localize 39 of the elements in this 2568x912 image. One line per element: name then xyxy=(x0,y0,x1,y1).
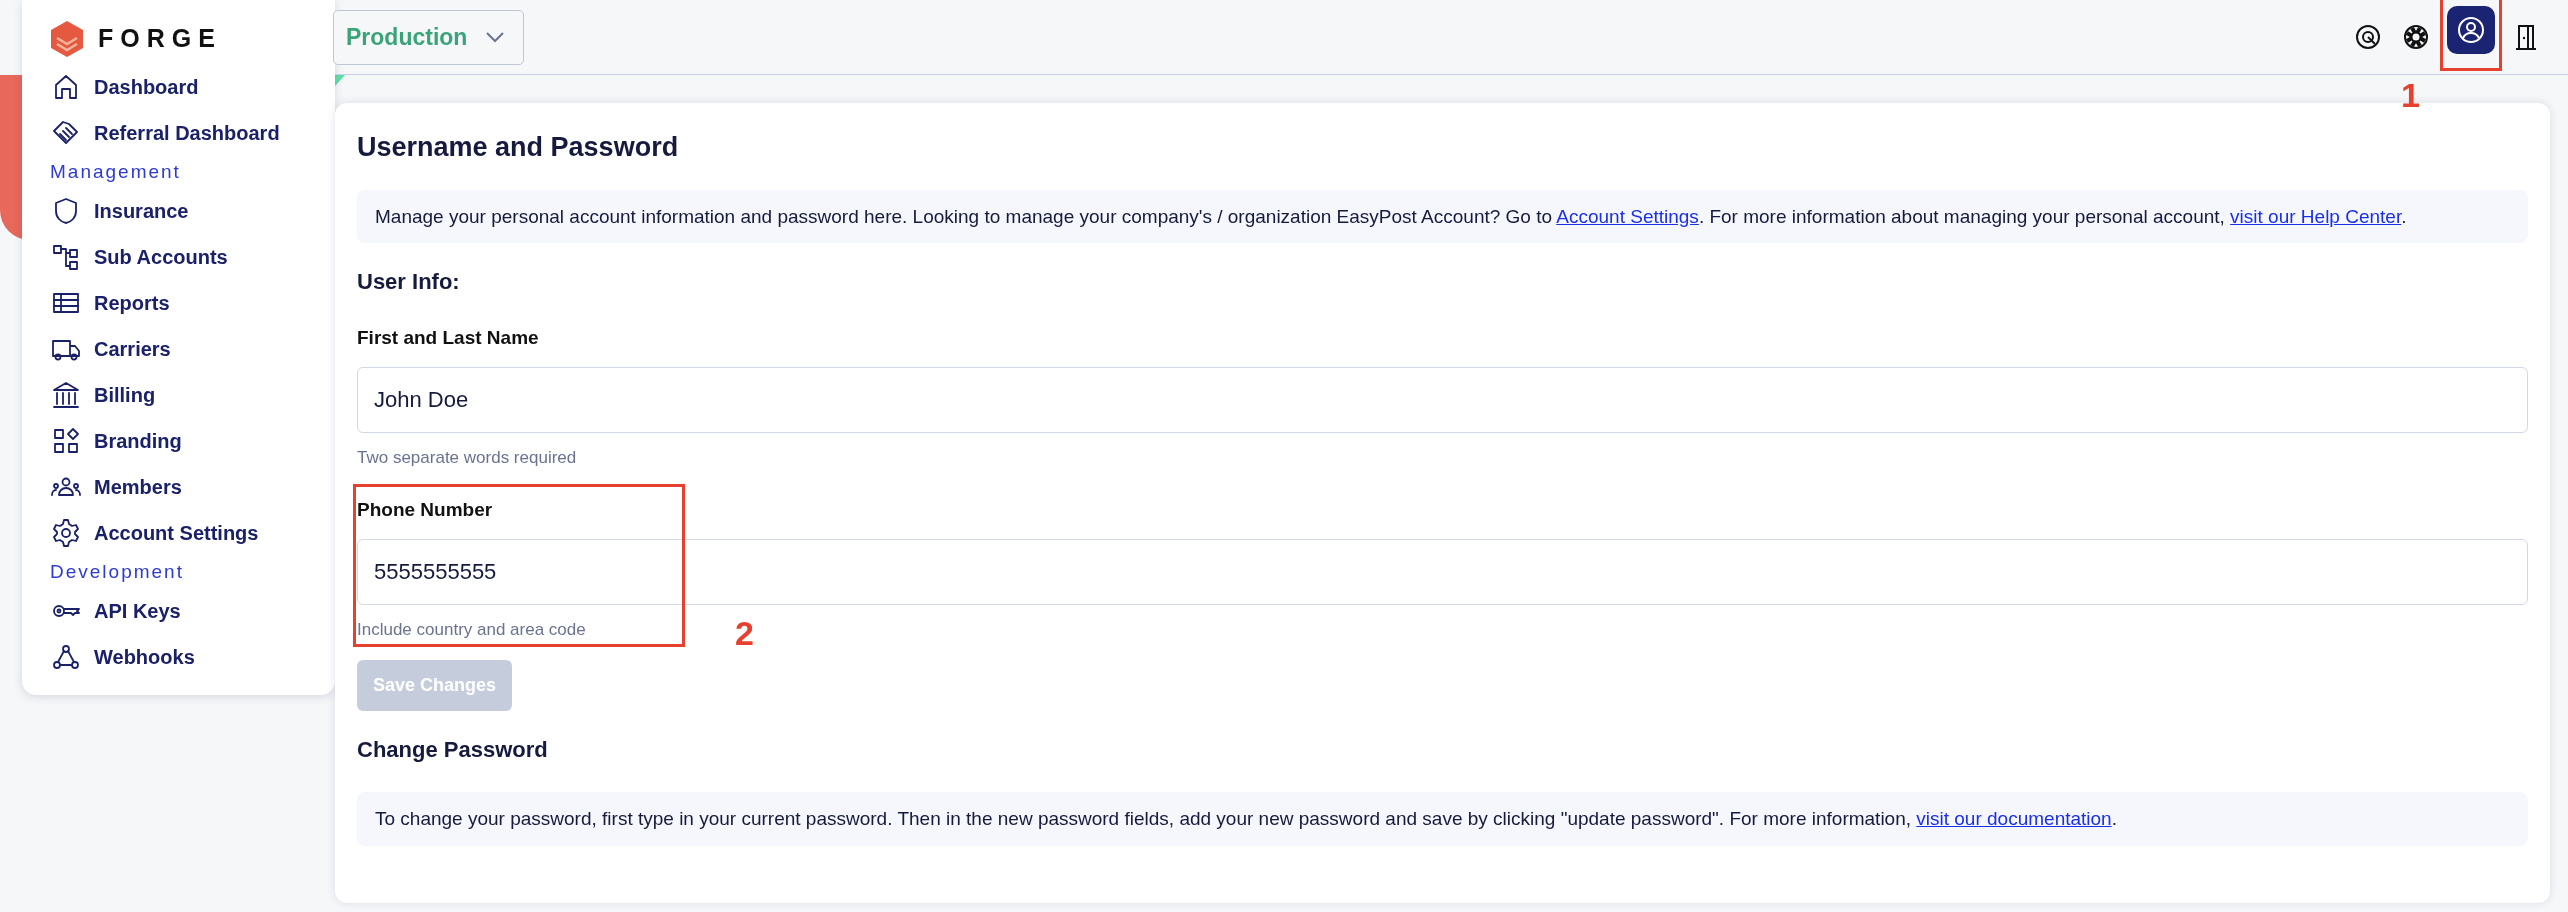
callout-number: 1 xyxy=(2401,78,2420,112)
sidebar-item[interactable]: Webhooks xyxy=(50,634,315,680)
gear-icon xyxy=(50,517,82,549)
sidebar-item[interactable]: Reports xyxy=(50,280,315,326)
bank-icon xyxy=(50,379,82,411)
text-link[interactable]: Account Settings xyxy=(1556,205,1699,227)
help-text: Two separate words required xyxy=(357,446,577,469)
info-message: Manage your personal account information and password here. Looking to manage your company's / organization EasyPost Account? Go to Account Settings. For more information about managing your personal account, visit our Help Center. xyxy=(357,189,2528,244)
section-title: Change Password xyxy=(357,736,549,765)
chevron-down-icon xyxy=(485,31,505,43)
input-field[interactable]: 5555555555 xyxy=(357,538,2528,605)
target-icon xyxy=(2354,23,2382,51)
input-field[interactable]: John Doe xyxy=(357,366,2528,433)
brand-name: FORGE xyxy=(98,23,222,55)
lifebuoy-icon xyxy=(2402,23,2430,51)
logo-icon xyxy=(50,20,84,58)
sidebar-item[interactable]: Dashboard xyxy=(50,64,315,110)
text-link[interactable]: visit our documentation xyxy=(1916,808,2112,830)
sidebar-item[interactable]: Branding xyxy=(50,418,315,464)
sidebar-heading: Development xyxy=(50,559,185,584)
sidebar-item[interactable]: Account Settings xyxy=(50,510,315,556)
section-title: User Info: xyxy=(357,268,461,297)
sidebar-item[interactable]: Insurance xyxy=(50,188,315,234)
profile-button[interactable] xyxy=(2447,6,2495,54)
field-label: First and Last Name xyxy=(357,326,540,351)
callout-number: 2 xyxy=(735,616,754,651)
user-icon xyxy=(2457,16,2485,44)
sidebar-heading: Management xyxy=(50,159,182,184)
sidebar-item[interactable]: Billing xyxy=(50,372,315,418)
sidebar-item[interactable]: Sub Accounts xyxy=(50,234,315,280)
card-title: Username and Password xyxy=(357,131,680,164)
help-text: Include country and area code xyxy=(357,618,586,641)
sidebar-item[interactable]: Members xyxy=(50,464,315,510)
sidebar-item[interactable]: API Keys xyxy=(50,588,315,634)
text-link[interactable]: visit our Help Center xyxy=(2230,205,2402,227)
sidebar-item[interactable]: Referral Dashboard xyxy=(50,110,315,156)
field-label: Phone Number xyxy=(357,498,494,523)
info-message: To change your password, first type in your current password. Then in the new password fields, add your new password and save by clicking "update password". For more information, visit our documentation. xyxy=(357,792,2528,846)
sidebar-item[interactable]: Carriers xyxy=(50,326,315,372)
